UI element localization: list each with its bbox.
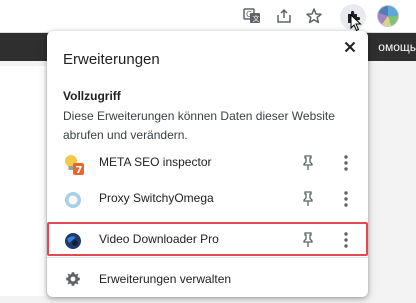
proxy-switchyomega-icon xyxy=(63,190,83,210)
gear-icon xyxy=(65,271,81,287)
close-icon[interactable] xyxy=(342,39,358,55)
more-options-icon[interactable] xyxy=(339,190,353,208)
meta-seo-badge: 7 xyxy=(76,165,83,176)
page-content-card xyxy=(0,66,46,296)
browser-toolbar: G 文 xyxy=(0,0,416,33)
page-header-text[interactable]: омощь xyxy=(378,40,416,54)
profile-avatar[interactable] xyxy=(377,5,399,27)
pin-icon[interactable] xyxy=(301,191,315,207)
full-access-description: Diese Erweiterungen können Daten dieser … xyxy=(63,109,335,142)
highlight-box xyxy=(47,222,368,256)
pin-icon[interactable] xyxy=(301,155,315,171)
manage-extensions-item[interactable]: Erweiterungen verwalten xyxy=(47,265,368,293)
extension-row-meta-seo[interactable]: 7 META SEO inspector xyxy=(47,146,368,180)
extension-name: META SEO inspector xyxy=(99,155,212,169)
extension-name: Proxy SwitchyOmega xyxy=(99,191,214,205)
svg-text:文: 文 xyxy=(253,14,260,23)
popup-title: Erweiterungen xyxy=(63,51,160,68)
share-icon[interactable] xyxy=(274,6,294,26)
translate-icon[interactable]: G 文 xyxy=(242,6,262,26)
menu-divider xyxy=(47,257,368,258)
manage-extensions-label: Erweiterungen verwalten xyxy=(99,272,232,286)
more-options-icon[interactable] xyxy=(339,154,353,172)
meta-seo-icon: 7 xyxy=(63,154,84,176)
extension-row-proxy-switchyomega[interactable]: Proxy SwitchyOmega xyxy=(47,182,368,216)
full-access-heading: Vollzugriff xyxy=(63,89,121,103)
bookmark-star-icon[interactable] xyxy=(304,6,324,26)
extensions-popup: Erweiterungen Vollzugriff Diese Erweiter… xyxy=(47,31,368,297)
